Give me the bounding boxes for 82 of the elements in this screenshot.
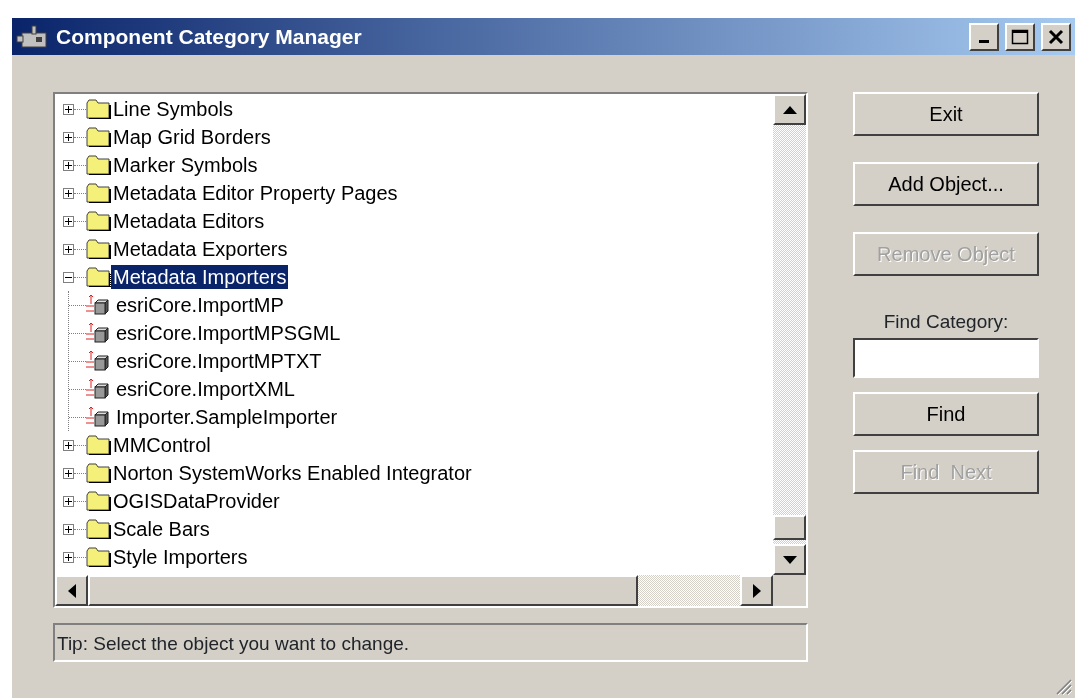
folder-icon <box>86 183 111 203</box>
folder-icon <box>86 99 111 119</box>
tree-item[interactable]: esriCore.ImportMP <box>114 293 286 317</box>
expand-toggle[interactable] <box>63 187 74 199</box>
left-arrow-icon <box>67 583 76 598</box>
collapse-toggle[interactable] <box>63 271 74 283</box>
tree-item[interactable]: Map Grid Borders <box>111 125 273 149</box>
tree-item[interactable]: MMControl <box>111 433 213 457</box>
dialog-button[interactable]: Exit <box>853 92 1039 136</box>
tree-item[interactable]: Line Symbols <box>111 97 236 121</box>
minimize-button[interactable] <box>969 22 999 51</box>
expand-toggle[interactable] <box>63 495 74 507</box>
scroll-down-button[interactable] <box>773 544 806 575</box>
plus-icon <box>65 161 72 169</box>
scroll-right-button[interactable] <box>740 575 773 606</box>
close-button[interactable] <box>1041 22 1071 51</box>
tree-item[interactable]: esriCore.ImportMPTXT <box>114 349 324 373</box>
component-icon <box>86 350 110 372</box>
tree-item[interactable]: Metadata Exporters <box>111 237 290 261</box>
tree-item[interactable]: Scale Bars <box>111 517 212 541</box>
folder-icon <box>86 491 111 511</box>
scrollbar-corner <box>773 575 806 606</box>
plus-icon <box>65 189 72 197</box>
minimize-icon <box>979 40 989 43</box>
plus-icon <box>65 105 72 113</box>
expand-toggle[interactable] <box>63 159 74 171</box>
expand-toggle[interactable] <box>63 215 74 227</box>
dialog-button[interactable]: Add Object... <box>853 162 1039 206</box>
folder-icon <box>86 267 111 287</box>
plus-icon <box>65 525 72 533</box>
expand-toggle[interactable] <box>63 439 74 451</box>
plus-icon <box>65 441 72 449</box>
folder-icon <box>86 211 111 231</box>
plus-icon <box>65 217 72 225</box>
component-icon <box>86 322 110 344</box>
scroll-thumb[interactable] <box>88 575 638 606</box>
scroll-up-button[interactable] <box>773 94 806 125</box>
expand-toggle[interactable] <box>63 103 74 115</box>
maximize-button[interactable] <box>1005 22 1035 51</box>
tree-item[interactable]: Norton SystemWorks Enabled Integrator <box>111 461 474 485</box>
window-title: Component Category Manager <box>56 23 362 50</box>
folder-icon <box>86 435 111 455</box>
up-arrow-icon <box>782 105 797 114</box>
scroll-thumb[interactable] <box>773 515 806 540</box>
close-icon <box>1048 28 1064 45</box>
down-arrow-icon <box>782 555 797 564</box>
folder-icon <box>86 155 111 175</box>
folder-icon <box>86 463 111 483</box>
tree-item[interactable]: Metadata Editors <box>111 209 267 233</box>
tree-item[interactable]: Style Importers <box>111 545 250 569</box>
expand-toggle[interactable] <box>63 551 74 563</box>
folder-icon <box>86 239 111 259</box>
tree-item[interactable]: OGISDataProvider <box>111 489 282 513</box>
status-bar: Tip: Select the object you want to change. <box>53 623 808 662</box>
plus-icon <box>65 553 72 561</box>
right-arrow-icon <box>752 583 761 598</box>
component-icon <box>86 378 110 400</box>
dialog-button[interactable]: Find <box>853 392 1039 436</box>
tree-item[interactable]: esriCore.ImportXML <box>114 377 297 401</box>
expand-toggle[interactable] <box>63 243 74 255</box>
expand-toggle[interactable] <box>63 131 74 143</box>
component-icon <box>86 294 110 316</box>
plus-icon <box>65 497 72 505</box>
plus-icon <box>65 133 72 141</box>
expand-toggle[interactable] <box>63 523 74 535</box>
folder-icon <box>86 519 111 539</box>
tree-item[interactable]: esriCore.ImportMPSGML <box>114 321 343 345</box>
tree-item[interactable]: Importer.SampleImporter <box>114 405 340 429</box>
tree-item[interactable]: Metadata Importers <box>111 265 289 289</box>
plus-icon <box>65 469 72 477</box>
tree-item[interactable]: Marker Symbols <box>111 153 260 177</box>
field-label: Find Category: <box>882 310 1010 334</box>
expand-toggle[interactable] <box>63 467 74 479</box>
plus-icon <box>65 245 72 253</box>
scroll-left-button[interactable] <box>55 575 88 606</box>
input-field[interactable] <box>853 338 1039 378</box>
folder-icon <box>86 547 111 567</box>
app-icon <box>16 23 50 50</box>
folder-icon <box>86 127 111 147</box>
tree-item[interactable]: Metadata Editor Property Pages <box>111 181 400 205</box>
maximize-icon <box>1011 28 1029 45</box>
component-icon <box>86 406 110 428</box>
